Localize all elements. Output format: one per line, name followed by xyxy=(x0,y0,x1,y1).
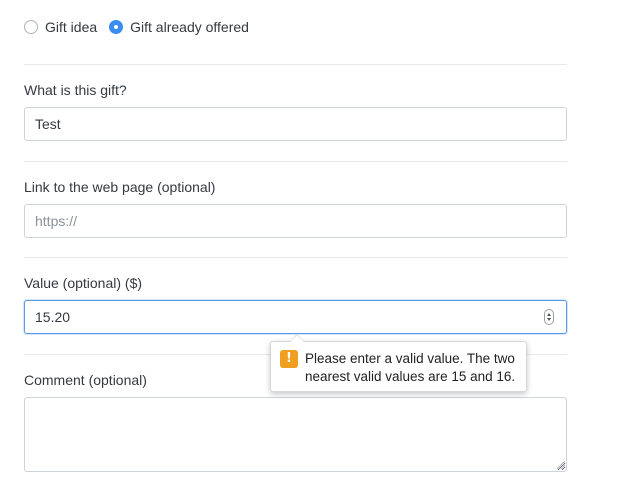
radio-gift-already-offered[interactable]: Gift already offered xyxy=(109,19,249,35)
stepper-up-icon[interactable] xyxy=(547,313,551,316)
gift-name-label: What is this gift? xyxy=(24,82,127,98)
stepper-down-icon[interactable] xyxy=(547,318,551,321)
number-stepper-icon[interactable] xyxy=(544,309,554,325)
validation-tooltip: ! Please enter a valid value. The two ne… xyxy=(270,334,527,392)
gift-name-input[interactable] xyxy=(24,107,567,141)
divider xyxy=(24,64,567,65)
link-label: Link to the web page (optional) xyxy=(24,179,216,195)
radio-label-gift-idea: Gift idea xyxy=(45,19,98,35)
resize-handle-icon[interactable] xyxy=(557,461,565,469)
value-input[interactable] xyxy=(24,300,567,334)
radio-label-gift-already-offered: Gift already offered xyxy=(130,19,249,35)
gift-form: Gift idea Gift already offered What is t… xyxy=(0,0,626,491)
radio-gift-idea[interactable]: Gift idea xyxy=(24,19,97,35)
radio-button-unchecked[interactable] xyxy=(24,20,38,34)
warning-icon: ! xyxy=(280,350,298,368)
divider xyxy=(24,257,567,258)
link-input[interactable] xyxy=(24,204,567,238)
validation-message: Please enter a valid value. The two near… xyxy=(305,351,516,384)
value-label: Value (optional) ($) xyxy=(24,275,143,291)
gift-type-radio-group: Gift idea Gift already offered xyxy=(24,17,261,37)
divider xyxy=(24,161,567,162)
radio-button-checked[interactable] xyxy=(109,20,124,34)
comment-textarea[interactable] xyxy=(24,397,567,472)
comment-label: Comment (optional) xyxy=(24,372,147,388)
